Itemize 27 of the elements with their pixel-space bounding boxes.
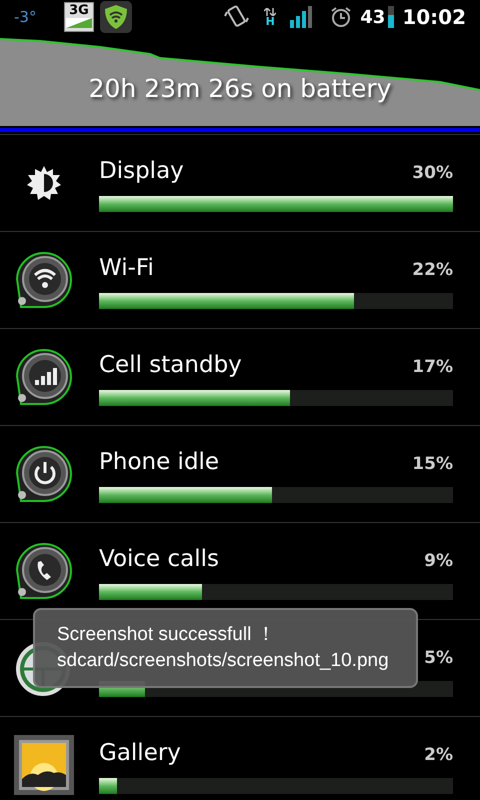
usage-percent: 17% [412,356,453,378]
usage-name: Phone idle [99,448,220,476]
temperature: -3° [14,6,38,28]
usage-percent: 5% [424,646,453,670]
usage-name: Voice calls [99,544,220,574]
usage-name: Wi-Fi [99,254,154,282]
network-badge: 3G [64,2,94,32]
usage-percent: 15% [412,452,453,476]
toast-text: sdcard/screenshots/screenshot_10.png [57,649,389,673]
alarm-icon [330,6,352,28]
gallery-icon [14,735,74,795]
data-arrows-icon [264,8,276,16]
usage-name: Display [99,156,184,186]
usage-name: Gallery [99,738,181,768]
usage-name: Cell standby [99,350,242,380]
data-indicator: H [266,16,275,26]
usage-percent: 2% [424,744,453,766]
signal-icon [290,6,314,28]
toast-text: Screenshot successfull ！ [57,623,276,647]
battery-duration: 20h 23m 26s on battery [88,73,392,105]
shield-icon [100,1,132,33]
usage-percent: 30% [412,162,453,184]
battery-percent: 43 [360,6,386,30]
battery-icon [388,6,394,28]
clock: 10:02 [402,4,466,31]
usage-percent: 9% [424,550,453,572]
usage-percent: 22% [412,258,453,282]
